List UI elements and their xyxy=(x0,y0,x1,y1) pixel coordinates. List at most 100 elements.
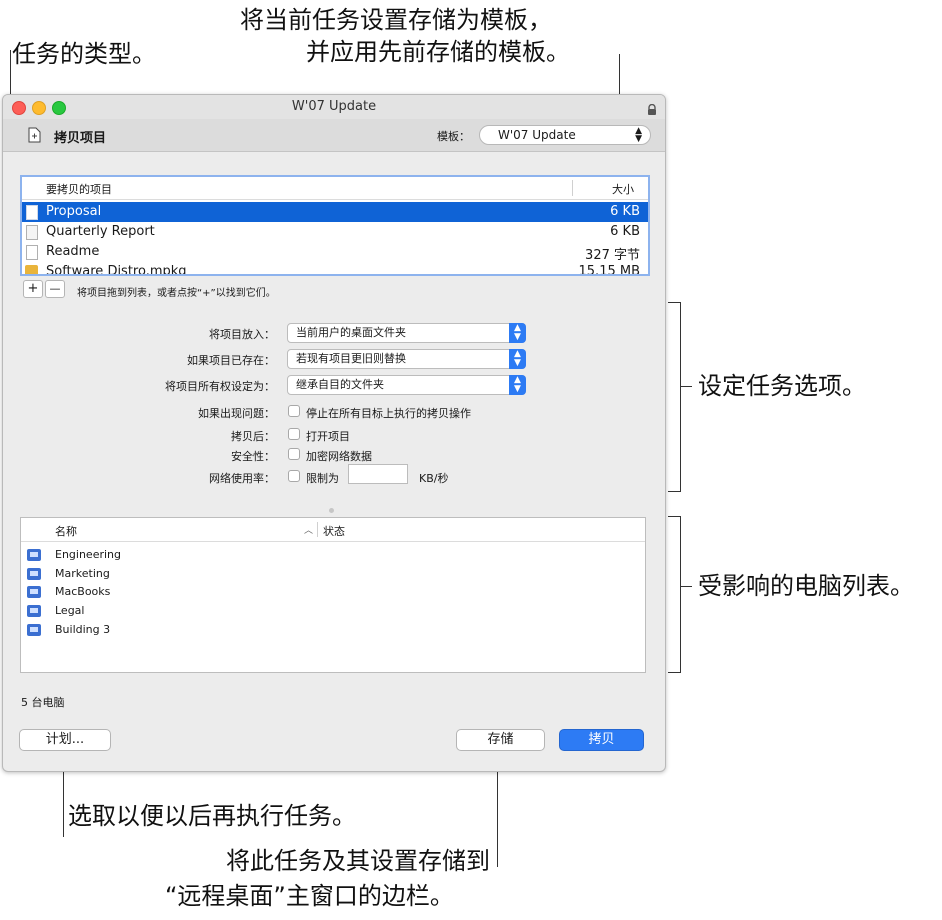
owner-select[interactable]: 继承自目的文件夹 ▲ ▼ xyxy=(287,375,526,395)
item-row[interactable]: Readme 327 字节 xyxy=(22,242,648,263)
computer-name: MacBooks xyxy=(55,585,111,598)
chevron-updown-icon: ▲ ▼ xyxy=(509,375,526,395)
computer-row[interactable]: MacBooks xyxy=(21,583,645,601)
remove-item-button[interactable]: — xyxy=(45,280,65,298)
computer-icon xyxy=(27,605,41,617)
computer-icon xyxy=(27,586,41,598)
item-row[interactable]: Software Distro.mpkg 15.15 MB xyxy=(22,262,648,276)
callout-line-options xyxy=(680,386,692,387)
callout-template-line2: 并应用先前存储的模板。 xyxy=(306,38,570,66)
exists-value: 若现有项目更旧则替换 xyxy=(296,352,406,365)
template-value: W'07 Update xyxy=(498,128,576,142)
items-table[interactable]: 要拷贝的项目 大小 Proposal 6 KB Quarterly Report… xyxy=(20,175,650,276)
place-label: 将项目放入： xyxy=(209,328,275,341)
place-select[interactable]: 当前用户的桌面文件夹 ▲ ▼ xyxy=(287,323,526,343)
schedule-button[interactable]: 计划... xyxy=(19,729,111,751)
template-popup[interactable]: W'07 Update ▲ ▼ xyxy=(479,125,651,145)
item-size: 6 KB xyxy=(610,224,640,239)
callout-schedule: 选取以便以后再执行任务。 xyxy=(68,802,356,830)
network-label: 网络使用率： xyxy=(209,472,275,485)
problem-label: 如果出现问题： xyxy=(198,407,275,420)
owner-value: 继承自目的文件夹 xyxy=(296,378,384,391)
computers-table[interactable]: 名称 ︿ 状态 Engineering Marketing MacBooks L… xyxy=(20,517,646,673)
computer-row[interactable]: Building 3 xyxy=(21,621,645,639)
callout-bracket-options-b xyxy=(668,491,680,492)
document-icon xyxy=(26,205,38,220)
open-items-checkbox[interactable] xyxy=(288,428,300,440)
col-computer-status[interactable]: 状态 xyxy=(323,523,345,539)
items-hint: 将项目拖到列表，或者点按“+”以找到它们。 xyxy=(77,288,276,299)
computer-row[interactable]: Legal xyxy=(21,602,645,620)
items-header: 要拷贝的项目 大小 xyxy=(22,177,648,200)
limit-unit: KB/秒 xyxy=(419,472,449,485)
limit-input[interactable] xyxy=(348,464,408,484)
exists-select[interactable]: 若现有项目更旧则替换 ▲ ▼ xyxy=(287,349,526,369)
col-divider xyxy=(317,522,318,537)
problem-checkbox-label: 停止在所有目标上执行的拷贝操作 xyxy=(306,407,471,420)
after-label: 拷贝后： xyxy=(231,430,275,443)
title-bar[interactable]: W'07 Update xyxy=(3,95,665,120)
item-row[interactable]: Proposal 6 KB xyxy=(22,202,648,222)
window-title: W'07 Update xyxy=(291,99,377,114)
chevron-updown-icon: ▲ ▼ xyxy=(635,126,642,144)
task-toolbar: 拷贝项目 模板： W'07 Update ▲ ▼ xyxy=(3,119,665,152)
callout-options: 设定任务选项。 xyxy=(698,372,866,400)
copy-items-icon xyxy=(28,127,41,143)
item-name: Readme xyxy=(46,244,100,259)
callout-line-computers xyxy=(680,586,692,587)
task-window: W'07 Update 拷贝项目 模板： W'07 Update ▲ ▼ 要拷贝的… xyxy=(2,94,666,772)
item-name: Quarterly Report xyxy=(46,224,155,239)
document-icon xyxy=(26,225,38,240)
computer-row[interactable]: Engineering xyxy=(21,546,645,564)
package-icon xyxy=(25,265,38,274)
computer-count: 5 台电脑 xyxy=(21,696,65,709)
task-name: 拷贝项目 xyxy=(54,131,107,146)
problem-checkbox[interactable] xyxy=(288,405,300,417)
callout-bracket-options-v xyxy=(680,302,681,492)
col-items-name[interactable]: 要拷贝的项目 xyxy=(46,181,112,197)
callout-task-type: 任务的类型。 xyxy=(12,40,156,68)
chevron-updown-icon: ▲ ▼ xyxy=(509,349,526,369)
item-name: Proposal xyxy=(46,204,102,219)
item-name: Software Distro.mpkg xyxy=(46,264,187,276)
col-computer-name[interactable]: 名称 xyxy=(55,523,77,539)
add-item-button[interactable]: + xyxy=(23,280,43,298)
callout-bracket-computers xyxy=(668,516,680,517)
callout-template-line1: 将当前任务设置存储为模板， xyxy=(240,6,552,34)
callout-computer-list: 受影响的电脑列表。 xyxy=(698,572,914,600)
computer-name: Building 3 xyxy=(55,623,111,636)
chevron-up-icon: ︿ xyxy=(304,526,314,536)
computer-name: Engineering xyxy=(55,548,121,561)
exists-label: 如果项目已存在： xyxy=(187,354,275,367)
encrypt-checkbox[interactable] xyxy=(288,448,300,460)
col-items-size[interactable]: 大小 xyxy=(612,181,634,197)
callout-bracket-computers-v xyxy=(680,516,681,673)
item-size: 6 KB xyxy=(610,204,640,219)
item-size: 15.15 MB xyxy=(578,264,640,276)
col-divider xyxy=(572,180,573,196)
computer-icon xyxy=(27,568,41,580)
computer-name: Marketing xyxy=(55,567,110,580)
computer-name: Legal xyxy=(55,604,85,617)
limit-checkbox[interactable] xyxy=(288,470,300,482)
computer-row[interactable]: Marketing xyxy=(21,565,645,583)
copy-button[interactable]: 拷贝 xyxy=(559,729,644,751)
split-handle[interactable] xyxy=(329,508,334,513)
open-items-label: 打开项目 xyxy=(306,430,350,443)
save-button[interactable]: 存储 xyxy=(456,729,545,751)
computer-icon xyxy=(27,624,41,636)
text-file-icon xyxy=(26,245,38,260)
chevron-updown-icon: ▲ ▼ xyxy=(509,323,526,343)
callout-save-line1: 将此任务及其设置存储到 xyxy=(226,847,490,875)
callout-bracket-computers-b xyxy=(668,672,680,673)
item-size: 327 字节 xyxy=(585,248,640,263)
callout-save-line2: “远程桌面”主窗口的边栏。 xyxy=(165,882,454,910)
item-row[interactable]: Quarterly Report 6 KB xyxy=(22,222,648,242)
limit-label: 限制为 xyxy=(306,472,339,485)
computers-header: 名称 ︿ 状态 xyxy=(21,518,645,542)
place-value: 当前用户的桌面文件夹 xyxy=(296,326,406,339)
template-label: 模板： xyxy=(437,130,470,143)
encrypt-label: 加密网络数据 xyxy=(306,450,372,463)
owner-label: 将项目所有权设定为： xyxy=(165,380,275,393)
computer-icon xyxy=(27,549,41,561)
